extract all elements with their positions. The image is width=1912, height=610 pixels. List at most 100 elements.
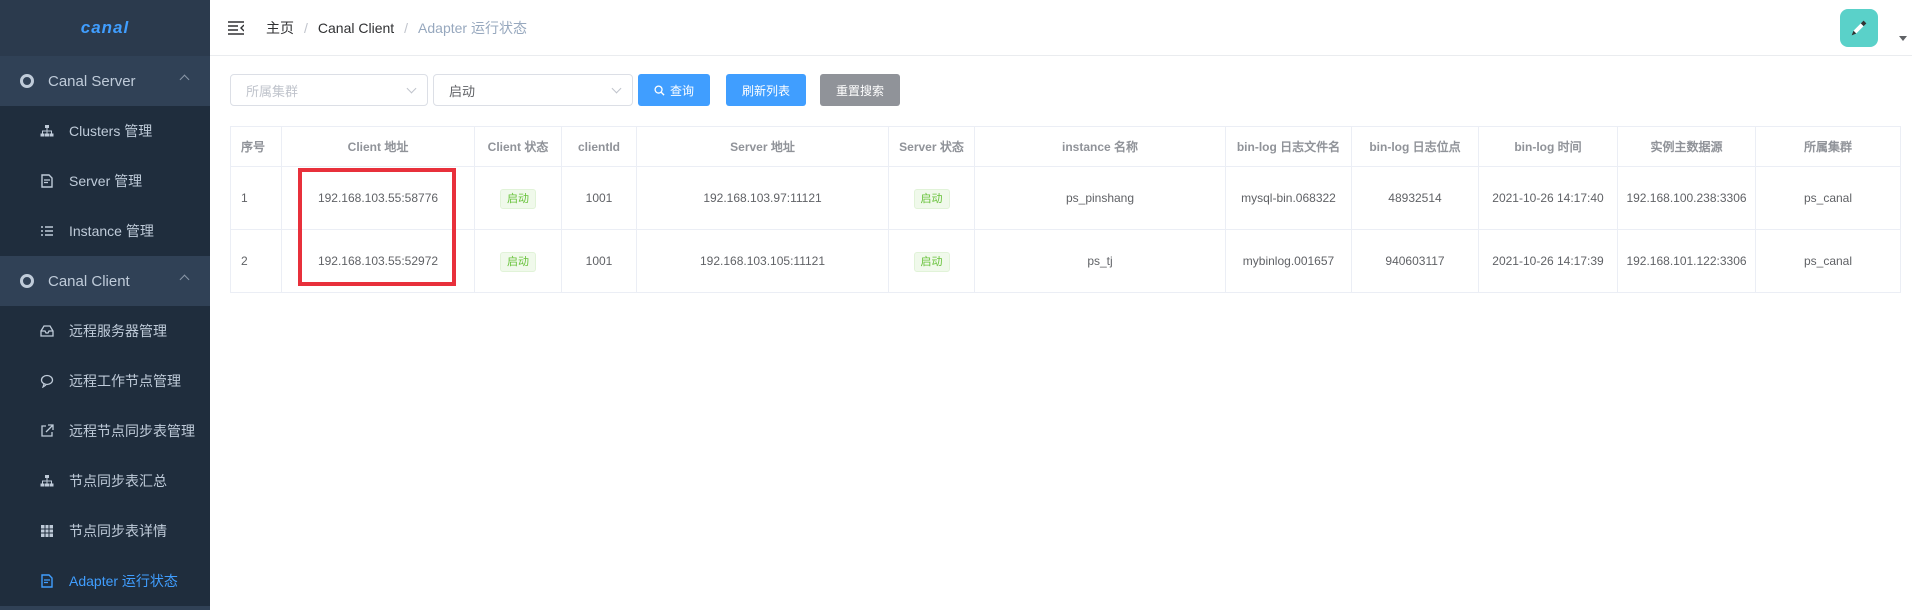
document-edit-icon — [40, 174, 54, 188]
sidebar: canal Canal Server Clusters 管理 Server 管理… — [0, 0, 210, 610]
sidebar-item-label: Clusters 管理 — [69, 123, 153, 139]
list-icon — [40, 224, 54, 238]
highlight-annotation-box — [298, 168, 456, 286]
avatar-image — [1851, 20, 1867, 36]
cell-server-addr: 192.168.103.105:11121 — [636, 229, 889, 293]
sidebar-item-sync-details[interactable]: 节点同步表详情 — [0, 506, 210, 556]
sidebar-item-remote-servers[interactable]: 远程服务器管理 — [0, 306, 210, 356]
column-header-binlog-pos: bin-log 日志位点 — [1351, 126, 1479, 167]
column-header-client-addr: Client 地址 — [281, 126, 475, 167]
sitemap-icon — [40, 474, 54, 488]
cluster-select-placeholder: 所属集群 — [246, 83, 299, 99]
column-header-binlog-time: bin-log 时间 — [1478, 126, 1618, 167]
caret-down-icon[interactable] — [1899, 36, 1907, 41]
sidebar-item-label: 远程节点同步表管理 — [69, 423, 195, 439]
chevron-down-icon — [406, 83, 417, 94]
cell-instance: ps_tj — [974, 229, 1226, 293]
column-header-client-id: clientId — [561, 126, 637, 167]
cell-server-addr: 192.168.103.97:11121 — [636, 166, 889, 230]
sidebar-item-label: 远程服务器管理 — [69, 323, 167, 339]
status-badge: 启动 — [500, 251, 536, 272]
document-edit-icon — [40, 574, 54, 588]
inbox-icon — [40, 324, 54, 338]
cell-server-status: 启动 — [888, 229, 975, 293]
menu-group-canal-server[interactable]: Canal Server — [0, 56, 210, 106]
sidebar-item-clusters[interactable]: Clusters 管理 — [0, 106, 210, 156]
status-select[interactable]: 启动 — [433, 74, 633, 106]
breadcrumb-separator: / — [304, 19, 308, 36]
sidebar-item-server[interactable]: Server 管理 — [0, 156, 210, 206]
sidebar-item-sync-summary[interactable]: 节点同步表汇总 — [0, 456, 210, 506]
sidebar-item-remote-sync-tables[interactable]: 远程节点同步表管理 — [0, 406, 210, 456]
chevron-down-icon — [611, 83, 622, 94]
external-link-icon — [40, 424, 54, 438]
filter-toolbar: 所属集群 启动 查询 刷新列表 重置搜索 — [230, 74, 900, 106]
cell-binlog-pos: 940603117 — [1351, 229, 1479, 293]
menu-group-label: Canal Client — [48, 272, 130, 290]
search-icon — [654, 84, 665, 96]
table-row[interactable]: 1 192.168.103.55:58776 启动 1001 192.168.1… — [230, 166, 1901, 230]
cell-client-id: 1001 — [561, 166, 637, 230]
refresh-list-button[interactable]: 刷新列表 — [726, 74, 806, 106]
status-badge: 启动 — [913, 251, 950, 272]
column-header-master-source: 实例主数据源 — [1617, 126, 1756, 167]
refresh-button-label: 刷新列表 — [741, 83, 790, 98]
status-badge: 启动 — [500, 188, 536, 209]
cell-binlog-time: 2021-10-26 14:17:40 — [1478, 166, 1618, 230]
status-badge: 启动 — [913, 188, 950, 209]
column-header-index: 序号 — [230, 126, 282, 167]
sidebar-item-adapter-status[interactable]: Adapter 运行状态 — [0, 556, 210, 606]
breadcrumb-current: Adapter 运行状态 — [418, 19, 527, 36]
cell-master-source: 192.168.100.238:3306 — [1617, 166, 1756, 230]
cell-binlog-pos: 48932514 — [1351, 166, 1479, 230]
client-group-icon — [20, 274, 34, 288]
cell-client-status: 启动 — [474, 229, 562, 293]
chevron-up-icon — [179, 74, 190, 85]
sidebar-item-instance[interactable]: Instance 管理 — [0, 206, 210, 256]
cell-binlog-time: 2021-10-26 14:17:39 — [1478, 229, 1618, 293]
sitemap-icon — [40, 124, 54, 138]
sidebar-item-label: Server 管理 — [69, 173, 143, 189]
column-header-client-status: Client 状态 — [474, 126, 562, 167]
adapter-status-table: 序号 Client 地址 Client 状态 clientId Server 地… — [230, 126, 1901, 293]
column-header-server-status: Server 状态 — [888, 126, 975, 167]
table-header-row: 序号 Client 地址 Client 状态 clientId Server 地… — [230, 126, 1901, 167]
search-button[interactable]: 查询 — [638, 74, 710, 106]
cell-index: 1 — [230, 166, 282, 230]
reset-button-label: 重置搜索 — [835, 83, 884, 98]
sidebar-item-remote-workers[interactable]: 远程工作节点管理 — [0, 356, 210, 406]
cell-master-source: 192.168.101.122:3306 — [1617, 229, 1756, 293]
menu-group-label: Canal Server — [48, 72, 136, 90]
avatar[interactable] — [1840, 9, 1878, 47]
cell-binlog-file: mysql-bin.068322 — [1225, 166, 1352, 230]
column-header-cluster: 所属集群 — [1755, 126, 1901, 167]
server-group-icon — [20, 74, 34, 88]
sidebar-item-label: 节点同步表汇总 — [69, 473, 167, 489]
menu-group-canal-client[interactable]: Canal Client — [0, 256, 210, 306]
reset-search-button[interactable]: 重置搜索 — [820, 74, 900, 106]
cluster-select[interactable]: 所属集群 — [230, 74, 428, 106]
column-header-server-addr: Server 地址 — [636, 126, 889, 167]
sidebar-item-label: 节点同步表详情 — [69, 523, 167, 539]
search-button-label: 查询 — [669, 83, 694, 98]
cell-client-id: 1001 — [561, 229, 637, 293]
breadcrumb-home[interactable]: 主页 — [266, 18, 294, 38]
status-select-value: 启动 — [449, 83, 476, 99]
breadcrumb: 主页 / Canal Client / Adapter 运行状态 — [266, 18, 527, 38]
table-icon — [40, 524, 54, 538]
hamburger-icon[interactable] — [226, 18, 246, 38]
cell-cluster: ps_canal — [1755, 229, 1901, 293]
cell-server-status: 启动 — [888, 166, 975, 230]
breadcrumb-canal-client[interactable]: Canal Client — [318, 20, 394, 36]
chevron-up-icon — [179, 274, 190, 285]
cell-instance: ps_pinshang — [974, 166, 1226, 230]
cell-index: 2 — [230, 229, 282, 293]
breadcrumb-separator: / — [404, 19, 409, 36]
app-logo[interactable]: canal — [81, 18, 129, 38]
cell-cluster: ps_canal — [1755, 166, 1901, 230]
table-row[interactable]: 2 192.168.103.55:52972 启动 1001 192.168.1… — [230, 229, 1901, 293]
cell-binlog-file: mybinlog.001657 — [1225, 229, 1352, 293]
logo-bar: canal — [0, 0, 210, 56]
column-header-instance: instance 名称 — [974, 126, 1226, 167]
top-navbar: 主页 / Canal Client / Adapter 运行状态 — [210, 0, 1912, 56]
